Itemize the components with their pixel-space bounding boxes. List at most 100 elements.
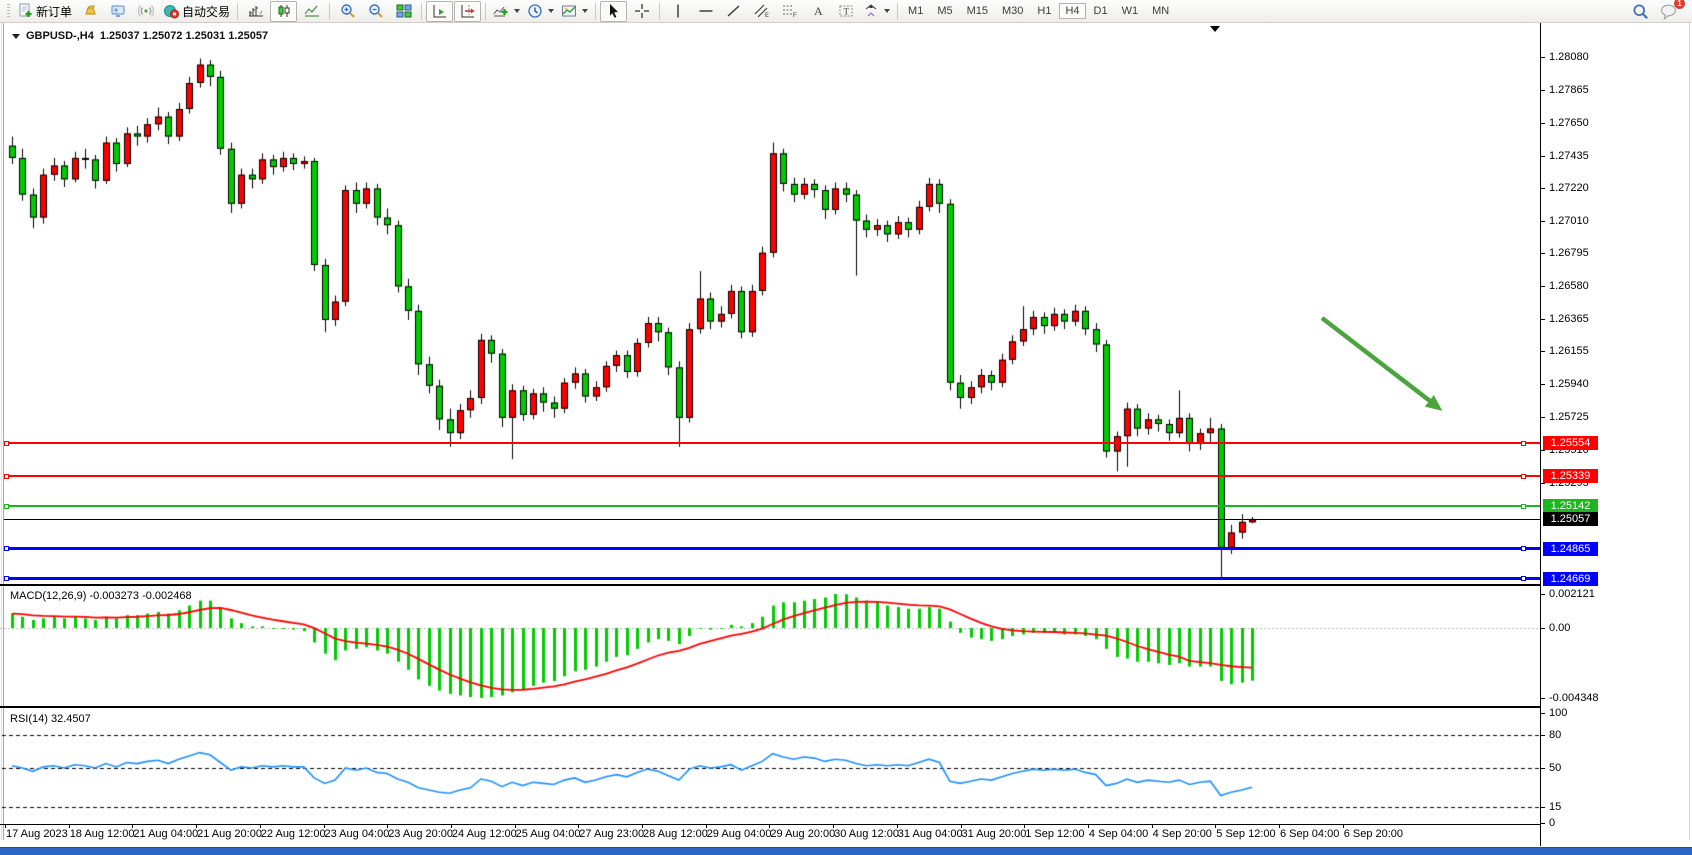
zoom-out-icon <box>368 3 384 19</box>
rsi-axis-label: 50 <box>1549 762 1561 774</box>
level-line-handle[interactable] <box>4 504 9 509</box>
toolbar-separator <box>421 3 422 20</box>
price-axis-tick <box>1541 253 1545 254</box>
fibonacci-tool-button[interactable]: F <box>776 1 803 22</box>
channel-tool-button[interactable]: E <box>748 1 775 22</box>
timeframe-m1-button[interactable]: M1 <box>902 3 929 19</box>
signals-button[interactable] <box>132 1 159 22</box>
level-line-1.24865[interactable] <box>4 547 1540 550</box>
date-axis-label: 5 Sep 12:00 <box>1216 828 1275 840</box>
price-axis-label: 1.26580 <box>1549 280 1589 292</box>
level-line-1.25142[interactable] <box>4 505 1540 507</box>
toolbar-separator <box>659 3 660 20</box>
crosshair-icon <box>634 3 650 19</box>
level-line-1.24669[interactable] <box>4 577 1540 580</box>
date-axis-label: 25 Aug 04:00 <box>516 828 581 840</box>
zoom-in-button[interactable] <box>334 1 361 22</box>
level-line-handle[interactable] <box>4 474 9 479</box>
signal-waves-icon <box>138 3 154 19</box>
level-price-tag: 1.25339 <box>1543 469 1598 483</box>
level-line-1.25339[interactable] <box>4 475 1540 477</box>
template-icon <box>561 3 577 19</box>
timeframe-m15-button[interactable]: M15 <box>961 3 994 19</box>
crosshair-button[interactable] <box>628 1 655 22</box>
clock-icon <box>527 3 543 19</box>
timeframe-m30-button[interactable]: M30 <box>996 3 1029 19</box>
price-axis-label: 1.26365 <box>1549 313 1589 325</box>
date-axis-label: 6 Sep 04:00 <box>1280 828 1339 840</box>
level-line-handle[interactable] <box>4 546 9 551</box>
macd-canvas[interactable] <box>0 586 1540 706</box>
tile-windows-button[interactable] <box>390 1 417 22</box>
date-axis-label: 21 Aug 04:00 <box>133 828 198 840</box>
cursor-button[interactable] <box>600 1 627 22</box>
rsi-canvas[interactable] <box>0 709 1540 824</box>
trendline-icon <box>726 3 742 19</box>
level-line-handle[interactable] <box>1521 504 1526 509</box>
date-axis-label: 24 Aug 12:00 <box>452 828 517 840</box>
level-line-1.25554[interactable] <box>4 442 1540 444</box>
level-line-handle[interactable] <box>4 576 9 581</box>
date-axis-label: 4 Sep 20:00 <box>1153 828 1212 840</box>
date-axis-label: 29 Aug 20:00 <box>770 828 835 840</box>
search-button[interactable] <box>1627 1 1654 22</box>
macd-axis-label: 0.00 <box>1549 622 1570 634</box>
market-depth-button[interactable] <box>76 1 103 22</box>
chart-shift-icon <box>460 3 476 19</box>
trendline-tool-button[interactable] <box>720 1 747 22</box>
auto-trading-button[interactable]: 自动交易 <box>160 1 233 22</box>
periods-button[interactable] <box>524 1 557 22</box>
last-bar-marker-icon <box>1210 26 1220 32</box>
timeframe-m5-button[interactable]: M5 <box>931 3 958 19</box>
timeframe-w1-button[interactable]: W1 <box>1116 3 1145 19</box>
monitor-user-icon <box>110 3 126 19</box>
auto-scroll-button[interactable] <box>426 1 453 22</box>
auto-trading-label: 自动交易 <box>182 3 230 20</box>
dropdown-arrow-icon <box>548 9 554 13</box>
text-tool-button[interactable]: A <box>804 1 831 22</box>
macd-axis-label: 0.002121 <box>1549 588 1595 600</box>
dropdown-arrow-icon <box>582 9 588 13</box>
rsi-axis-label: 0 <box>1549 817 1555 829</box>
horizontal-line-tool-button[interactable] <box>692 1 719 22</box>
notifications-button[interactable]: 1 <box>1655 1 1682 22</box>
dropdown-arrow-icon <box>884 9 890 13</box>
bar-chart-mode-button[interactable] <box>242 1 269 22</box>
timeframe-h1-button[interactable]: H1 <box>1031 3 1057 19</box>
level-line-handle[interactable] <box>1521 474 1526 479</box>
arrows-tool-button[interactable] <box>860 1 893 22</box>
line-chart-mode-button[interactable] <box>298 1 325 22</box>
rsi-axis-label: 80 <box>1549 729 1561 741</box>
candlestick-mode-button[interactable] <box>270 1 297 22</box>
search-icon <box>1632 3 1649 20</box>
dropdown-arrow-icon <box>514 9 520 13</box>
fibonacci-icon: F <box>782 3 798 19</box>
timeframe-h4-button[interactable]: H4 <box>1059 3 1085 19</box>
text-label-tool-button[interactable]: T <box>832 1 859 22</box>
indicators-button[interactable] <box>490 1 523 22</box>
terminal-button[interactable] <box>104 1 131 22</box>
level-price-tag: 1.24865 <box>1543 542 1598 556</box>
chart-shift-button[interactable] <box>454 1 481 22</box>
price-chart-canvas[interactable] <box>0 23 1540 584</box>
main-toolbar: 新订单 自动交易 <box>0 0 1692 23</box>
level-line-handle[interactable] <box>1521 546 1526 551</box>
price-axis-label: 1.25725 <box>1549 411 1589 423</box>
level-line-handle[interactable] <box>4 441 9 446</box>
toolbar-separator <box>485 3 486 20</box>
price-axis-label: 1.26155 <box>1549 345 1589 357</box>
new-order-icon <box>17 3 33 19</box>
vertical-line-tool-button[interactable] <box>664 1 691 22</box>
macd-rsi-divider[interactable] <box>0 706 1541 708</box>
rsi-axis-tick <box>1541 713 1545 714</box>
templates-button[interactable] <box>558 1 591 22</box>
chart-window: GBPUSD-,H4 1.25037 1.25072 1.25031 1.250… <box>0 23 1692 847</box>
level-line-handle[interactable] <box>1521 441 1526 446</box>
zoom-out-button[interactable] <box>362 1 389 22</box>
price-axis-tick <box>1541 188 1545 189</box>
timeframe-d1-button[interactable]: D1 <box>1088 3 1114 19</box>
timeframe-mn-button[interactable]: MN <box>1146 3 1175 19</box>
new-order-button[interactable]: 新订单 <box>14 1 75 22</box>
level-line-1.25057[interactable] <box>4 519 1540 520</box>
level-line-handle[interactable] <box>1521 576 1526 581</box>
